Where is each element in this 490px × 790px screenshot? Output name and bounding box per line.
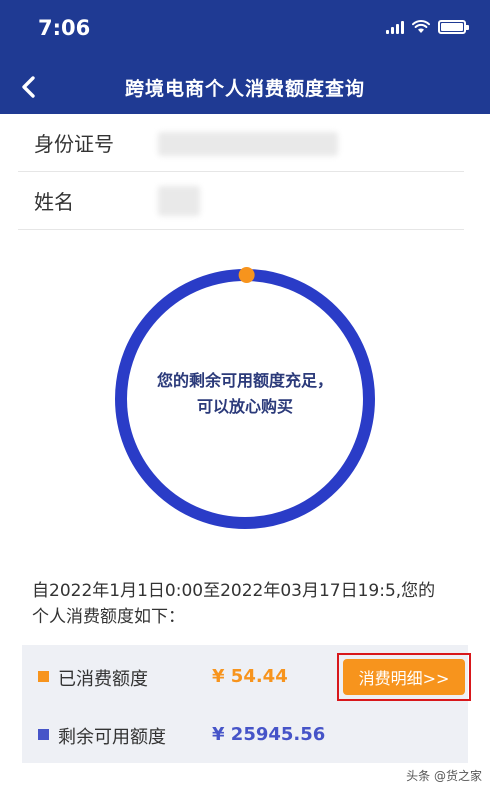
quota-summary: 已消费额度 ¥ 54.44 消费明细>> 剩余可用额度 ¥ 25945.56 xyxy=(22,645,471,763)
remaining-quota-label: 剩余可用额度 xyxy=(58,727,166,748)
battery-icon xyxy=(438,20,469,34)
remaining-quota-row: 剩余可用额度 ¥ 25945.56 xyxy=(22,707,468,763)
consumption-detail-button[interactable]: 消费明细>> xyxy=(337,653,471,701)
signal-icon xyxy=(386,20,404,34)
remaining-quota-value: ¥ 25945.56 xyxy=(212,724,326,745)
id-number-row: 身份证号 xyxy=(18,114,464,172)
remaining-legend-icon xyxy=(38,729,49,740)
name-redacted xyxy=(158,186,200,216)
watermark: 头条 @货之家 xyxy=(406,769,482,783)
period-text: 自2022年1月1日0:00至2022年03月17日19:5,您的个人消费额度如… xyxy=(32,581,436,627)
used-legend-icon xyxy=(38,671,49,682)
used-quota-row: 已消费额度 ¥ 54.44 消费明细>> xyxy=(22,649,471,705)
page-title: 跨境电商个人消费额度查询 xyxy=(124,78,365,100)
quota-ring: 您的剩余可用额度充足，可以放心购买 xyxy=(110,264,380,534)
used-quota-label: 已消费额度 xyxy=(58,669,148,690)
ring-message: 您的剩余可用额度充足，可以放心购买 xyxy=(156,371,333,416)
name-row: 姓名 xyxy=(18,172,464,230)
id-number-redacted xyxy=(158,132,338,156)
wifi-icon xyxy=(412,20,430,33)
status-icons xyxy=(386,20,469,34)
ring-marker xyxy=(238,267,255,284)
consumption-detail-label: 消费明细>> xyxy=(343,659,465,695)
nav-bar: 跨境电商个人消费额度查询 xyxy=(0,60,490,114)
used-quota-value: ¥ 54.44 xyxy=(212,666,288,687)
name-label: 姓名 xyxy=(34,190,74,214)
id-number-label: 身份证号 xyxy=(34,132,114,156)
status-time: 7:06 xyxy=(38,16,91,40)
status-bar: 7:06 xyxy=(0,0,490,60)
